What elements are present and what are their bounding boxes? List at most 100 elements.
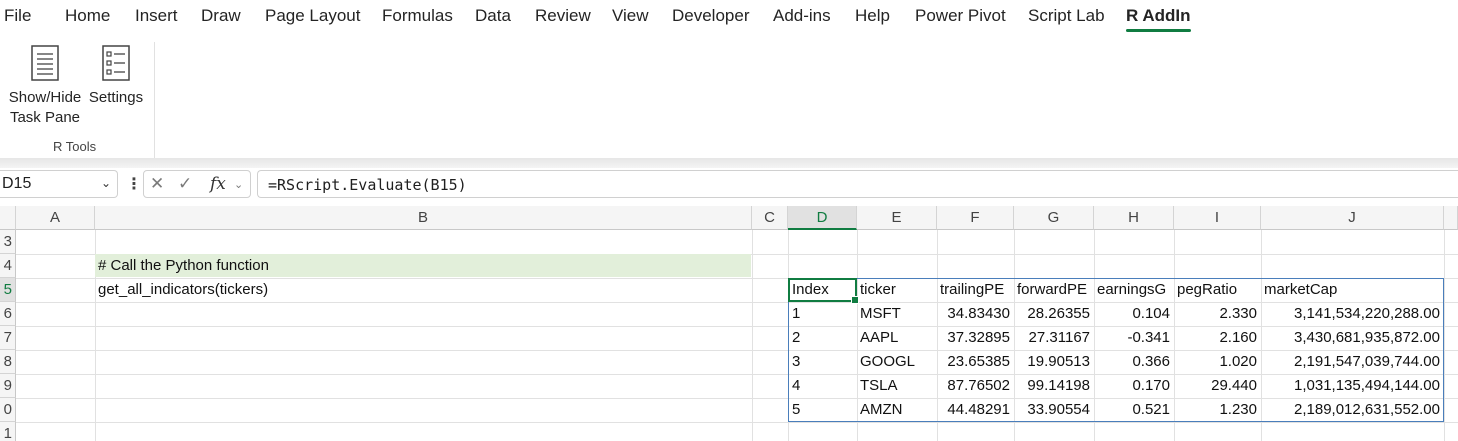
table-cell[interactable]: 23.65385 — [937, 350, 1010, 374]
menu-r-addin[interactable]: R AddIn — [1126, 6, 1191, 32]
menu-page-layout[interactable]: Page Layout — [265, 6, 360, 26]
row-header[interactable]: 1 — [0, 422, 16, 441]
table-cell[interactable]: 27.31167 — [1014, 326, 1090, 350]
table-cell[interactable]: 1.230 — [1174, 398, 1257, 422]
menu-formulas[interactable]: Formulas — [382, 6, 453, 26]
table-cell[interactable]: 44.48291 — [937, 398, 1010, 422]
column-header-j[interactable]: J — [1261, 206, 1444, 230]
row-header[interactable]: 4 — [0, 254, 16, 278]
table-header-trailingpe[interactable]: trailingPE — [940, 278, 1013, 302]
column-header-d[interactable]: D — [788, 206, 857, 230]
cell-b15[interactable]: get_all_indicators(tickers) — [98, 278, 268, 302]
chevron-down-icon[interactable]: ⌄ — [234, 178, 243, 191]
table-cell[interactable]: 37.32895 — [937, 326, 1010, 350]
table-cell[interactable]: 0.366 — [1094, 350, 1170, 374]
table-cell[interactable]: 2.160 — [1174, 326, 1257, 350]
column-header-i[interactable]: I — [1174, 206, 1261, 230]
worksheet-grid[interactable]: A B C D E F G H I J 3 4 5 6 7 8 9 0 1 # … — [0, 206, 1458, 441]
menu-view[interactable]: View — [612, 6, 649, 26]
settings-label: Settings — [88, 89, 144, 106]
menu-data[interactable]: Data — [475, 6, 511, 26]
table-cell[interactable]: AMZN — [860, 398, 903, 422]
column-header-h[interactable]: H — [1094, 206, 1174, 230]
row-header[interactable]: 7 — [0, 326, 16, 350]
table-cell[interactable]: 3,430,681,935,872.00 — [1261, 326, 1440, 350]
row-header[interactable]: 8 — [0, 350, 16, 374]
table-cell[interactable]: 2.330 — [1174, 302, 1257, 326]
column-header-b[interactable]: B — [95, 206, 752, 230]
cancel-icon[interactable]: ✕ — [150, 174, 164, 194]
table-cell[interactable]: 87.76502 — [937, 374, 1010, 398]
table-cell[interactable]: 0.170 — [1094, 374, 1170, 398]
more-options-icon[interactable]: ⋮ — [126, 174, 142, 194]
table-cell[interactable]: 5 — [792, 398, 800, 422]
menu-review[interactable]: Review — [535, 6, 591, 26]
row-header[interactable]: 3 — [0, 230, 16, 254]
menu-developer[interactable]: Developer — [672, 6, 750, 26]
menu-power-pivot[interactable]: Power Pivot — [915, 6, 1006, 26]
table-cell[interactable]: 4 — [792, 374, 800, 398]
table-cell[interactable]: 0.104 — [1094, 302, 1170, 326]
row-header[interactable]: 9 — [0, 374, 16, 398]
name-box[interactable]: D15 ⌄ — [0, 170, 118, 198]
name-box-value: D15 — [2, 175, 32, 192]
menu-file[interactable]: File — [4, 6, 31, 26]
enter-check-icon[interactable]: ✓ — [178, 174, 192, 194]
table-cell[interactable]: AAPL — [860, 326, 898, 350]
select-all-corner[interactable] — [0, 206, 16, 230]
chevron-down-icon[interactable]: ⌄ — [101, 176, 111, 190]
show-hide-label-line1: Show/Hide — [8, 89, 82, 106]
table-cell[interactable]: 19.90513 — [1014, 350, 1090, 374]
table-cell[interactable]: 3,141,534,220,288.00 — [1261, 302, 1440, 326]
ribbon-bottom-shadow — [0, 158, 1458, 168]
row-header[interactable]: 6 — [0, 302, 16, 326]
formula-bar: D15 ⌄ ⋮ ✕ ✓ fx ⌄ =RScript.Evaluate(B15) — [0, 168, 1458, 200]
table-cell[interactable]: 3 — [792, 350, 800, 374]
table-cell[interactable]: 1.020 — [1174, 350, 1257, 374]
table-cell[interactable]: 33.90554 — [1014, 398, 1090, 422]
table-cell[interactable]: 2,189,012,631,552.00 — [1261, 398, 1440, 422]
table-cell[interactable]: 2 — [792, 326, 800, 350]
column-header-f[interactable]: F — [937, 206, 1014, 230]
column-header-e[interactable]: E — [857, 206, 937, 230]
settings-button[interactable]: Settings — [87, 44, 145, 108]
column-header-c[interactable]: C — [752, 206, 788, 230]
table-cell[interactable]: TSLA — [860, 374, 898, 398]
insert-function-icon[interactable]: fx — [210, 174, 226, 194]
table-cell[interactable]: 29.440 — [1174, 374, 1257, 398]
menu-home[interactable]: Home — [65, 6, 110, 26]
table-cell[interactable]: 99.14198 — [1014, 374, 1090, 398]
menu-script-lab[interactable]: Script Lab — [1028, 6, 1105, 26]
menu-help[interactable]: Help — [855, 6, 890, 26]
ribbon: Show/Hide Task Pane Settings — [0, 34, 1458, 184]
table-cell[interactable]: 34.83430 — [937, 302, 1010, 326]
menu-draw[interactable]: Draw — [201, 6, 241, 26]
table-header-pegratio[interactable]: pegRatio — [1177, 278, 1259, 302]
table-header-forwardpe[interactable]: forwardPE — [1017, 278, 1093, 302]
table-header-ticker[interactable]: ticker — [860, 278, 935, 302]
column-header-a[interactable]: A — [16, 206, 95, 230]
menu-insert[interactable]: Insert — [135, 6, 178, 26]
column-header-k[interactable] — [1444, 206, 1458, 230]
table-cell[interactable]: 28.26355 — [1014, 302, 1090, 326]
ribbon-group-label: R Tools — [53, 139, 97, 154]
menu-bar: File Home Insert Draw Page Layout Formul… — [0, 0, 1458, 34]
table-header-marketcap[interactable]: marketCap — [1264, 278, 1442, 302]
table-cell[interactable]: 0.521 — [1094, 398, 1170, 422]
show-hide-task-pane-button[interactable]: Show/Hide Task Pane — [7, 44, 83, 128]
active-cell-selection[interactable] — [788, 278, 859, 304]
table-header-earningsgrowth[interactable]: earningsG — [1097, 278, 1174, 302]
gridline — [1444, 230, 1445, 441]
row-header[interactable]: 5 — [0, 278, 16, 302]
formula-input[interactable]: =RScript.Evaluate(B15) — [257, 170, 1458, 198]
table-cell[interactable]: GOOGL — [860, 350, 915, 374]
table-cell[interactable]: 1 — [792, 302, 800, 326]
column-header-g[interactable]: G — [1014, 206, 1094, 230]
cell-b14[interactable]: # Call the Python function — [98, 254, 269, 278]
table-cell[interactable]: 1,031,135,494,144.00 — [1261, 374, 1440, 398]
menu-add-ins[interactable]: Add-ins — [773, 6, 831, 26]
table-cell[interactable]: 2,191,547,039,744.00 — [1261, 350, 1440, 374]
table-cell[interactable]: -0.341 — [1094, 326, 1170, 350]
row-header[interactable]: 0 — [0, 398, 16, 422]
table-cell[interactable]: MSFT — [860, 302, 901, 326]
